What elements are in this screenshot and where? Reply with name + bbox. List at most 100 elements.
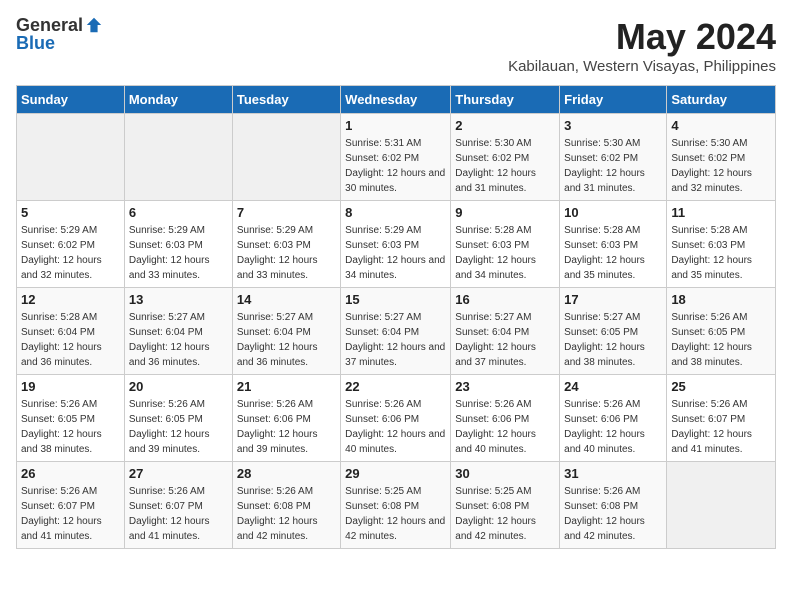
calendar-cell: 19 Sunrise: 5:26 AMSunset: 6:05 PMDayligh… xyxy=(17,375,125,462)
day-info: Sunrise: 5:29 AMSunset: 6:03 PMDaylight:… xyxy=(129,223,228,283)
day-number: 7 xyxy=(237,205,336,220)
day-info: Sunrise: 5:26 AMSunset: 6:07 PMDaylight:… xyxy=(129,484,228,544)
header-day: Friday xyxy=(560,86,667,114)
calendar-cell: 8 Sunrise: 5:29 AMSunset: 6:03 PMDaylight… xyxy=(341,201,451,288)
header-day: Wednesday xyxy=(341,86,451,114)
day-number: 21 xyxy=(237,379,336,394)
calendar-week-row: 5 Sunrise: 5:29 AMSunset: 6:02 PMDaylight… xyxy=(17,201,776,288)
calendar-cell: 10 Sunrise: 5:28 AMSunset: 6:03 PMDayligh… xyxy=(560,201,667,288)
calendar-cell xyxy=(17,114,125,201)
day-info: Sunrise: 5:27 AMSunset: 6:04 PMDaylight:… xyxy=(455,310,555,370)
calendar-cell: 20Sunrise: 5:26 AMSunset: 6:05 PMDayligh… xyxy=(124,375,232,462)
day-number: 18 xyxy=(671,292,771,307)
calendar-cell: 21Sunrise: 5:26 AMSunset: 6:06 PMDayligh… xyxy=(232,375,340,462)
day-info: Sunrise: 5:28 AMSunset: 6:03 PMDaylight:… xyxy=(455,223,555,283)
calendar-week-row: 19 Sunrise: 5:26 AMSunset: 6:05 PMDayligh… xyxy=(17,375,776,462)
calendar-cell xyxy=(232,114,340,201)
day-number: 28 xyxy=(237,466,336,481)
day-info: Sunrise: 5:26 AMSunset: 6:05 PMDaylight:… xyxy=(21,397,120,457)
day-number: 14 xyxy=(237,292,336,307)
calendar-cell: 3 Sunrise: 5:30 AMSunset: 6:02 PMDaylight… xyxy=(560,114,667,201)
day-number: 20 xyxy=(129,379,228,394)
logo-general: General xyxy=(16,16,83,34)
day-number: 17 xyxy=(564,292,662,307)
calendar-cell: 4 Sunrise: 5:30 AMSunset: 6:02 PMDaylight… xyxy=(667,114,776,201)
day-number: 11 xyxy=(671,205,771,220)
day-number: 19 xyxy=(21,379,120,394)
calendar-cell: 12 Sunrise: 5:28 AMSunset: 6:04 PMDayligh… xyxy=(17,288,125,375)
day-number: 27 xyxy=(129,466,228,481)
day-number: 1 xyxy=(345,118,446,133)
calendar-header-row: SundayMondayTuesdayWednesdayThursdayFrid… xyxy=(17,86,776,114)
day-number: 15 xyxy=(345,292,446,307)
calendar-cell: 24 Sunrise: 5:26 AMSunset: 6:06 PMDayligh… xyxy=(560,375,667,462)
header-day: Monday xyxy=(124,86,232,114)
calendar-cell xyxy=(667,462,776,549)
logo-blue: Blue xyxy=(16,34,55,52)
calendar-cell: 13Sunrise: 5:27 AMSunset: 6:04 PMDayligh… xyxy=(124,288,232,375)
day-number: 8 xyxy=(345,205,446,220)
calendar-cell: 23 Sunrise: 5:26 AMSunset: 6:06 PMDayligh… xyxy=(451,375,560,462)
calendar-cell: 25Sunrise: 5:26 AMSunset: 6:07 PMDayligh… xyxy=(667,375,776,462)
calendar-cell: 6 Sunrise: 5:29 AMSunset: 6:03 PMDaylight… xyxy=(124,201,232,288)
calendar-cell: 11Sunrise: 5:28 AMSunset: 6:03 PMDayligh… xyxy=(667,201,776,288)
day-number: 12 xyxy=(21,292,120,307)
day-info: Sunrise: 5:29 AMSunset: 6:03 PMDaylight:… xyxy=(345,223,446,283)
calendar-cell: 31 Sunrise: 5:26 AMSunset: 6:08 PMDayligh… xyxy=(560,462,667,549)
day-number: 31 xyxy=(564,466,662,481)
day-info: Sunrise: 5:26 AMSunset: 6:06 PMDaylight:… xyxy=(564,397,662,457)
day-number: 26 xyxy=(21,466,120,481)
day-number: 5 xyxy=(21,205,120,220)
calendar-cell: 1 Sunrise: 5:31 AMSunset: 6:02 PMDaylight… xyxy=(341,114,451,201)
day-info: Sunrise: 5:26 AMSunset: 6:06 PMDaylight:… xyxy=(455,397,555,457)
day-number: 30 xyxy=(455,466,555,481)
day-number: 10 xyxy=(564,205,662,220)
day-number: 9 xyxy=(455,205,555,220)
calendar-cell: 30 Sunrise: 5:25 AMSunset: 6:08 PMDayligh… xyxy=(451,462,560,549)
day-info: Sunrise: 5:27 AMSunset: 6:05 PMDaylight:… xyxy=(564,310,662,370)
logo: General Blue xyxy=(16,16,103,52)
calendar-cell xyxy=(124,114,232,201)
day-info: Sunrise: 5:26 AMSunset: 6:06 PMDaylight:… xyxy=(345,397,446,457)
title-area: May 2024 Kabilauan, Western Visayas, Phi… xyxy=(508,16,776,75)
day-info: Sunrise: 5:30 AMSunset: 6:02 PMDaylight:… xyxy=(564,136,662,196)
day-number: 6 xyxy=(129,205,228,220)
day-info: Sunrise: 5:30 AMSunset: 6:02 PMDaylight:… xyxy=(671,136,771,196)
day-info: Sunrise: 5:30 AMSunset: 6:02 PMDaylight:… xyxy=(455,136,555,196)
day-info: Sunrise: 5:25 AMSunset: 6:08 PMDaylight:… xyxy=(455,484,555,544)
day-number: 22 xyxy=(345,379,446,394)
header-day: Thursday xyxy=(451,86,560,114)
calendar-cell: 2 Sunrise: 5:30 AMSunset: 6:02 PMDaylight… xyxy=(451,114,560,201)
day-info: Sunrise: 5:29 AMSunset: 6:02 PMDaylight:… xyxy=(21,223,120,283)
header: General Blue May 2024 Kabilauan, Western… xyxy=(16,16,776,75)
calendar-cell: 16 Sunrise: 5:27 AMSunset: 6:04 PMDayligh… xyxy=(451,288,560,375)
day-info: Sunrise: 5:26 AMSunset: 6:05 PMDaylight:… xyxy=(671,310,771,370)
day-number: 4 xyxy=(671,118,771,133)
day-number: 25 xyxy=(671,379,771,394)
day-number: 2 xyxy=(455,118,555,133)
day-info: Sunrise: 5:31 AMSunset: 6:02 PMDaylight:… xyxy=(345,136,446,196)
calendar-cell: 17 Sunrise: 5:27 AMSunset: 6:05 PMDayligh… xyxy=(560,288,667,375)
calendar-cell: 5 Sunrise: 5:29 AMSunset: 6:02 PMDaylight… xyxy=(17,201,125,288)
day-number: 3 xyxy=(564,118,662,133)
calendar-week-row: 12 Sunrise: 5:28 AMSunset: 6:04 PMDayligh… xyxy=(17,288,776,375)
calendar-cell: 22 Sunrise: 5:26 AMSunset: 6:06 PMDayligh… xyxy=(341,375,451,462)
day-info: Sunrise: 5:28 AMSunset: 6:04 PMDaylight:… xyxy=(21,310,120,370)
calendar-cell: 18 Sunrise: 5:26 AMSunset: 6:05 PMDayligh… xyxy=(667,288,776,375)
calendar-week-row: 1 Sunrise: 5:31 AMSunset: 6:02 PMDaylight… xyxy=(17,114,776,201)
day-info: Sunrise: 5:26 AMSunset: 6:08 PMDaylight:… xyxy=(564,484,662,544)
calendar-cell: 14 Sunrise: 5:27 AMSunset: 6:04 PMDayligh… xyxy=(232,288,340,375)
day-number: 23 xyxy=(455,379,555,394)
calendar-cell: 28 Sunrise: 5:26 AMSunset: 6:08 PMDayligh… xyxy=(232,462,340,549)
day-info: Sunrise: 5:26 AMSunset: 6:08 PMDaylight:… xyxy=(237,484,336,544)
day-number: 24 xyxy=(564,379,662,394)
day-info: Sunrise: 5:28 AMSunset: 6:03 PMDaylight:… xyxy=(564,223,662,283)
calendar-table: SundayMondayTuesdayWednesdayThursdayFrid… xyxy=(16,85,776,549)
day-info: Sunrise: 5:27 AMSunset: 6:04 PMDaylight:… xyxy=(129,310,228,370)
logo-icon xyxy=(85,16,103,34)
day-number: 29 xyxy=(345,466,446,481)
day-number: 16 xyxy=(455,292,555,307)
day-info: Sunrise: 5:26 AMSunset: 6:07 PMDaylight:… xyxy=(21,484,120,544)
day-info: Sunrise: 5:27 AMSunset: 6:04 PMDaylight:… xyxy=(237,310,336,370)
calendar-cell: 27 Sunrise: 5:26 AMSunset: 6:07 PMDayligh… xyxy=(124,462,232,549)
